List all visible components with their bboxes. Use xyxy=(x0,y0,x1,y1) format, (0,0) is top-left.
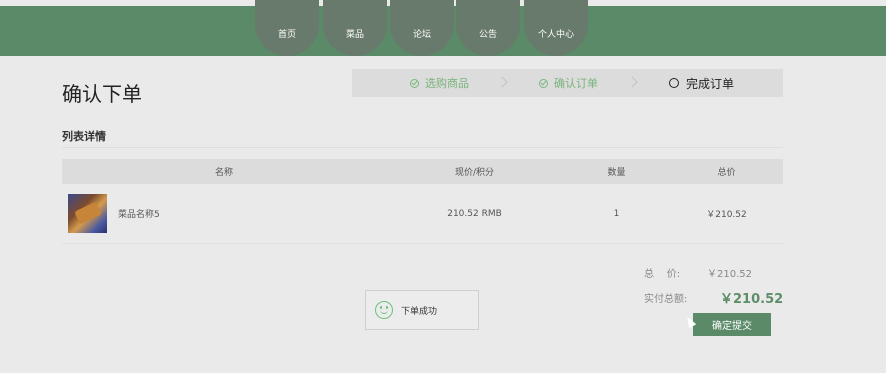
cell-product: 菜品名称5 xyxy=(62,184,386,244)
total-price-label: 总 价: xyxy=(644,269,681,280)
dish-thumbnail-image xyxy=(68,194,107,233)
chevron-right-icon xyxy=(496,76,508,88)
cell-total: ￥210.52 xyxy=(670,184,783,244)
check-circle-icon xyxy=(539,78,548,88)
total-price-value: ￥210.52 xyxy=(707,269,752,280)
main-nav: 首页 菜品 论坛 公告 个人中心 xyxy=(0,0,886,56)
circle-icon xyxy=(669,78,679,88)
order-progress-steps: 选购商品 确认订单 完成订单 xyxy=(352,69,783,97)
order-items-table: 名称 现价/积分 数量 总价 菜品名称5 210.52 RMB 1 ￥210.5… xyxy=(62,159,783,244)
step-confirm-order: 确认订单 xyxy=(539,69,598,97)
success-toast: 下单成功 xyxy=(365,290,479,330)
nav-item-announcements[interactable]: 公告 xyxy=(456,0,520,56)
summary-actual: 实付总额: ￥210.52 xyxy=(644,290,783,307)
cell-price: 210.52 RMB xyxy=(386,184,563,244)
actual-amount-value: ￥210.52 xyxy=(720,292,784,307)
summary-total: 总 价: ￥210.52 xyxy=(644,265,752,280)
section-divider xyxy=(62,147,783,148)
table-header-row: 名称 现价/积分 数量 总价 xyxy=(62,159,783,184)
step-select-goods: 选购商品 xyxy=(410,69,469,97)
product-info: 菜品名称5 xyxy=(63,194,385,233)
cell-quantity: 1 xyxy=(563,184,670,244)
nav-item-forum[interactable]: 论坛 xyxy=(390,0,454,56)
step-label: 确认订单 xyxy=(554,77,598,90)
column-header-quantity: 数量 xyxy=(563,159,670,184)
step-complete-order: 完成订单 xyxy=(669,69,734,97)
column-header-price: 现价/积分 xyxy=(386,159,563,184)
table-row: 菜品名称5 210.52 RMB 1 ￥210.52 xyxy=(62,184,783,244)
check-circle-icon xyxy=(410,78,419,88)
nav-item-personal-center[interactable]: 个人中心 xyxy=(524,0,588,56)
product-name: 菜品名称5 xyxy=(118,210,160,220)
step-label: 选购商品 xyxy=(425,77,469,90)
chevron-right-icon xyxy=(626,76,638,88)
smile-icon xyxy=(375,301,393,319)
step-label: 完成订单 xyxy=(686,76,735,91)
nav-item-dishes[interactable]: 菜品 xyxy=(323,0,387,56)
column-header-total: 总价 xyxy=(670,159,783,184)
section-title: 列表详情 xyxy=(62,130,106,143)
nav-item-home[interactable]: 首页 xyxy=(255,0,319,56)
page-title: 确认下单 xyxy=(62,82,142,106)
actual-amount-label: 实付总额: xyxy=(644,294,688,305)
column-header-name: 名称 xyxy=(62,159,386,184)
toast-message: 下单成功 xyxy=(401,306,438,317)
submit-order-button[interactable]: 确定提交 xyxy=(693,313,771,336)
